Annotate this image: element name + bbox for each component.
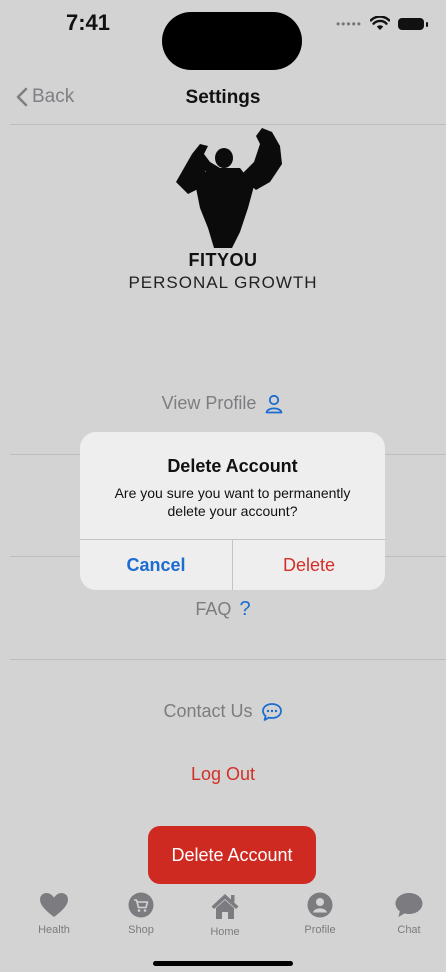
tab-home[interactable]: Home xyxy=(195,892,255,938)
tab-shop[interactable]: Shop xyxy=(111,892,171,936)
person-icon xyxy=(265,394,283,413)
wifi-icon xyxy=(370,16,390,30)
cart-icon xyxy=(128,892,154,918)
contact-us-row[interactable]: Contact Us xyxy=(0,701,446,722)
chat-bubble-icon xyxy=(395,893,423,917)
brand-name: FITYOU xyxy=(188,250,258,270)
home-icon xyxy=(211,894,239,919)
chat-bubble-icon xyxy=(261,702,282,721)
signal-dots-icon: ••••• xyxy=(335,16,362,31)
tab-label: Shop xyxy=(128,924,154,936)
user-icon xyxy=(307,892,333,918)
row-divider xyxy=(10,659,446,660)
view-profile-label: View Profile xyxy=(161,393,257,413)
page-title: Settings xyxy=(185,87,261,108)
alert-title: Delete Account xyxy=(167,456,298,476)
delete-account-button[interactable]: Delete Account xyxy=(148,826,316,884)
tab-health[interactable]: Health xyxy=(24,892,84,936)
cancel-button[interactable]: Cancel xyxy=(80,540,232,590)
faq-label: FAQ xyxy=(195,599,232,619)
status-time: 7:41 xyxy=(66,10,111,35)
tab-label: Home xyxy=(210,926,240,938)
tab-label: Health xyxy=(38,924,70,936)
delete-account-alert: Delete Account Are you sure you want to … xyxy=(80,432,385,590)
faq-row[interactable]: FAQ ? xyxy=(0,598,446,621)
tab-chat[interactable]: Chat xyxy=(379,892,439,936)
delete-button[interactable]: Delete xyxy=(233,540,385,590)
battery-icon xyxy=(398,17,428,30)
contact-us-label: Contact Us xyxy=(163,701,253,721)
tab-label: Profile xyxy=(304,924,336,936)
alert-message: Are you sure you want to permanently del… xyxy=(114,485,351,519)
question-mark-icon: ? xyxy=(239,598,251,620)
home-indicator xyxy=(153,961,293,966)
tab-profile[interactable]: Profile xyxy=(290,892,350,936)
heart-icon xyxy=(40,893,68,917)
brand-tagline: PERSONAL GROWTH xyxy=(128,273,318,292)
view-profile-row[interactable]: View Profile xyxy=(0,393,446,414)
dynamic-island xyxy=(162,12,302,70)
bodybuilder-logo-icon xyxy=(176,128,282,248)
tab-label: Chat xyxy=(397,924,421,936)
log-out-button[interactable]: Log Out xyxy=(0,764,446,785)
status-icons: ••••• xyxy=(335,16,428,31)
